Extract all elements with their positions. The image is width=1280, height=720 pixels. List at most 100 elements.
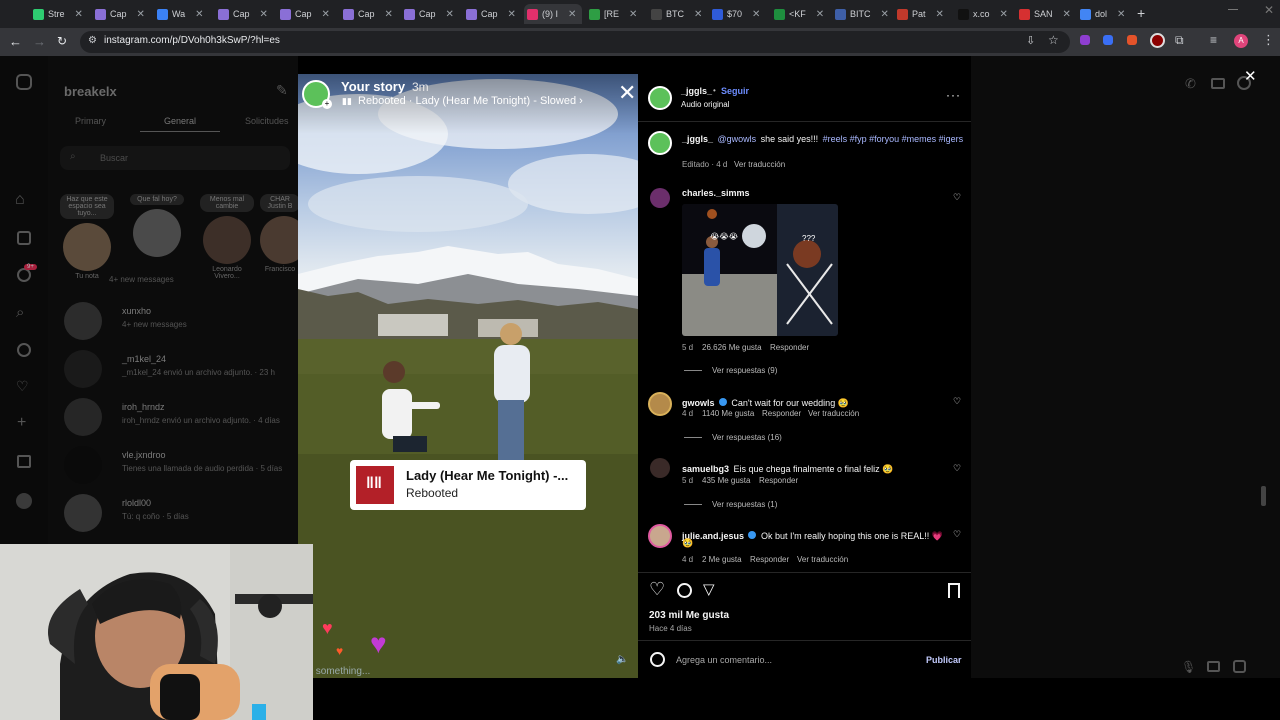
browser-tab[interactable]: $70 ✕: [709, 4, 767, 24]
view-replies-button[interactable]: Ver respuestas (9): [712, 366, 777, 375]
reading-list-icon[interactable]: ≡: [1210, 33, 1217, 47]
author-avatar[interactable]: [648, 86, 672, 110]
browser-tab[interactable]: Cap ✕: [277, 4, 335, 24]
browser-tab[interactable]: x.co ✕: [955, 4, 1013, 24]
browser-tab[interactable]: Stre ✕: [30, 4, 88, 24]
conversation-item[interactable]: vle.jxndroo Tienes una llamada de audio …: [62, 444, 292, 488]
share-send-icon[interactable]: ▽: [703, 580, 715, 598]
reply-button[interactable]: Responder: [750, 555, 789, 564]
note-item[interactable]: Que fal hoy?: [130, 194, 184, 259]
tab-close-icon[interactable]: ✕: [508, 9, 516, 20]
emoji-picker-icon[interactable]: [650, 652, 665, 667]
caption-hashtags[interactable]: #reels #fyp #foryou #memes #igers: [823, 134, 964, 144]
forward-icon[interactable]: →: [33, 34, 46, 49]
comment-avatar[interactable]: [650, 188, 670, 208]
browser-tab[interactable]: (9) I ✕: [524, 4, 582, 24]
conversation-item[interactable]: _m1kel_24 _m1kel_24 envió un archivo adj…: [62, 348, 292, 392]
extensions-puzzle-icon[interactable]: ⧉: [1175, 33, 1184, 48]
reply-input-hint[interactable]: y something...: [308, 666, 370, 677]
volume-icon[interactable]: 🔈: [616, 654, 628, 665]
close-modal-icon[interactable]: ✕: [1244, 67, 1257, 85]
tab-close-icon[interactable]: ✕: [752, 9, 760, 20]
browser-tab[interactable]: Cap ✕: [340, 4, 398, 24]
publish-button[interactable]: Publicar: [926, 655, 962, 665]
more-options-icon[interactable]: ···: [946, 88, 961, 102]
comment-image[interactable]: 😭😭😭 ???: [682, 204, 838, 336]
caption-mention[interactable]: @gwowls: [717, 134, 756, 144]
call-icon[interactable]: ✆: [1185, 76, 1196, 92]
follow-button[interactable]: Seguir: [721, 86, 749, 96]
note-item[interactable]: Menos mal cambie Leonardo Vivero...: [200, 194, 254, 280]
reel-video[interactable]: + Your story 3m ▮▮ Rebooted · Lady (Hear…: [298, 74, 638, 678]
comment-like-icon[interactable]: ♡: [953, 396, 961, 407]
comment-likes[interactable]: 26.626 Me gusta: [702, 343, 762, 352]
comment-likes[interactable]: 435 Me gusta: [702, 476, 750, 485]
back-icon[interactable]: ←: [9, 34, 22, 49]
tab-close-icon[interactable]: ✕: [195, 9, 203, 20]
comment-avatar[interactable]: [648, 524, 672, 548]
bookmark-star-icon[interactable]: ☆: [1048, 33, 1059, 47]
tab-close-icon[interactable]: ✕: [1063, 9, 1071, 20]
tab-close-icon[interactable]: ✕: [1117, 9, 1125, 20]
note-item[interactable]: CHAR Justin B Francisco: [260, 194, 300, 273]
comment-username[interactable]: samuelbg3: [682, 464, 729, 474]
search-input[interactable]: ⌕ Buscar: [60, 146, 290, 170]
compose-icon[interactable]: ✎: [276, 82, 288, 99]
tab-close-icon[interactable]: ✕: [881, 9, 889, 20]
comment-username[interactable]: charles._simms: [682, 188, 750, 198]
tab-close-icon[interactable]: ✕: [385, 9, 393, 20]
browser-tab[interactable]: Cap ✕: [401, 4, 459, 24]
note-item[interactable]: Haz que este espacio sea tuyo... Tu nota: [60, 194, 114, 280]
comment-like-icon[interactable]: ♡: [953, 529, 961, 540]
comment-input[interactable]: Agrega un comentario...: [676, 655, 772, 665]
tab-close-icon[interactable]: ✕: [1000, 9, 1008, 20]
conversation-item[interactable]: iroh_hrndz iroh_hrndz envió un archivo a…: [62, 396, 292, 440]
tab-close-icon[interactable]: ✕: [446, 9, 454, 20]
like-heart-icon[interactable]: ♡: [649, 579, 665, 600]
add-story-icon[interactable]: +: [322, 99, 332, 109]
dashboard-icon[interactable]: [17, 455, 31, 468]
comment-bubble-icon[interactable]: [677, 583, 692, 598]
video-call-icon[interactable]: [1211, 78, 1225, 89]
browser-tab[interactable]: <KF ✕: [771, 4, 829, 24]
browser-tab[interactable]: Cap ✕: [463, 4, 521, 24]
tab-close-icon[interactable]: ✕: [936, 9, 944, 20]
close-icon[interactable]: ✕: [618, 80, 636, 106]
story-music[interactable]: Rebooted · Lady (Hear Me Tonight) - Slow…: [358, 95, 583, 107]
view-replies-button[interactable]: Ver respuestas (16): [712, 433, 782, 442]
scrollbar-thumb[interactable]: [1261, 486, 1266, 506]
minimize-icon[interactable]: [1228, 9, 1238, 10]
messages-icon[interactable]: [17, 268, 31, 282]
sticker-icon[interactable]: [1233, 660, 1246, 673]
tab-general[interactable]: General: [164, 116, 196, 126]
caption-translate[interactable]: Ver traducción: [734, 160, 785, 169]
ublock-icon[interactable]: [1150, 33, 1165, 48]
window-close-icon[interactable]: ✕: [1264, 3, 1274, 17]
search-icon[interactable]: ⌕: [16, 304, 24, 321]
tab-close-icon[interactable]: ✕: [260, 9, 268, 20]
browser-tab[interactable]: BITC ✕: [832, 4, 890, 24]
browser-tab[interactable]: Cap ✕: [92, 4, 150, 24]
comment-avatar[interactable]: [648, 392, 672, 416]
reply-button[interactable]: Responder: [762, 409, 801, 418]
comment-translate[interactable]: Ver traducción: [797, 555, 848, 564]
comment-like-icon[interactable]: ♡: [953, 192, 961, 203]
extension-icon[interactable]: [1103, 35, 1113, 45]
comment-username[interactable]: gwowls: [682, 398, 715, 408]
tab-primary[interactable]: Primary: [75, 116, 106, 126]
tab-close-icon[interactable]: ✕: [816, 9, 824, 20]
account-name[interactable]: breakelx: [64, 84, 117, 99]
comment-likes[interactable]: 1140 Me gusta: [702, 409, 754, 418]
reply-button[interactable]: Responder: [770, 343, 809, 352]
conversation-item[interactable]: rloldl00 Tú: q coño · 5 días: [62, 492, 292, 536]
author-username[interactable]: _jggls_: [681, 86, 712, 96]
url-field[interactable]: ⚙ instagram.com/p/DVoh0h3kSwP/?hl=es ⇩ ☆: [80, 31, 1070, 53]
image-icon[interactable]: [1207, 661, 1220, 672]
tab-close-icon[interactable]: ✕: [629, 9, 637, 20]
tab-close-icon[interactable]: ✕: [568, 9, 576, 20]
profile-avatar[interactable]: [16, 493, 32, 509]
browser-tab[interactable]: [RE ✕: [586, 4, 644, 24]
reload-icon[interactable]: ↻: [57, 34, 67, 48]
view-replies-button[interactable]: Ver respuestas (1): [712, 500, 777, 509]
caption-username[interactable]: _jggls_: [682, 134, 713, 144]
